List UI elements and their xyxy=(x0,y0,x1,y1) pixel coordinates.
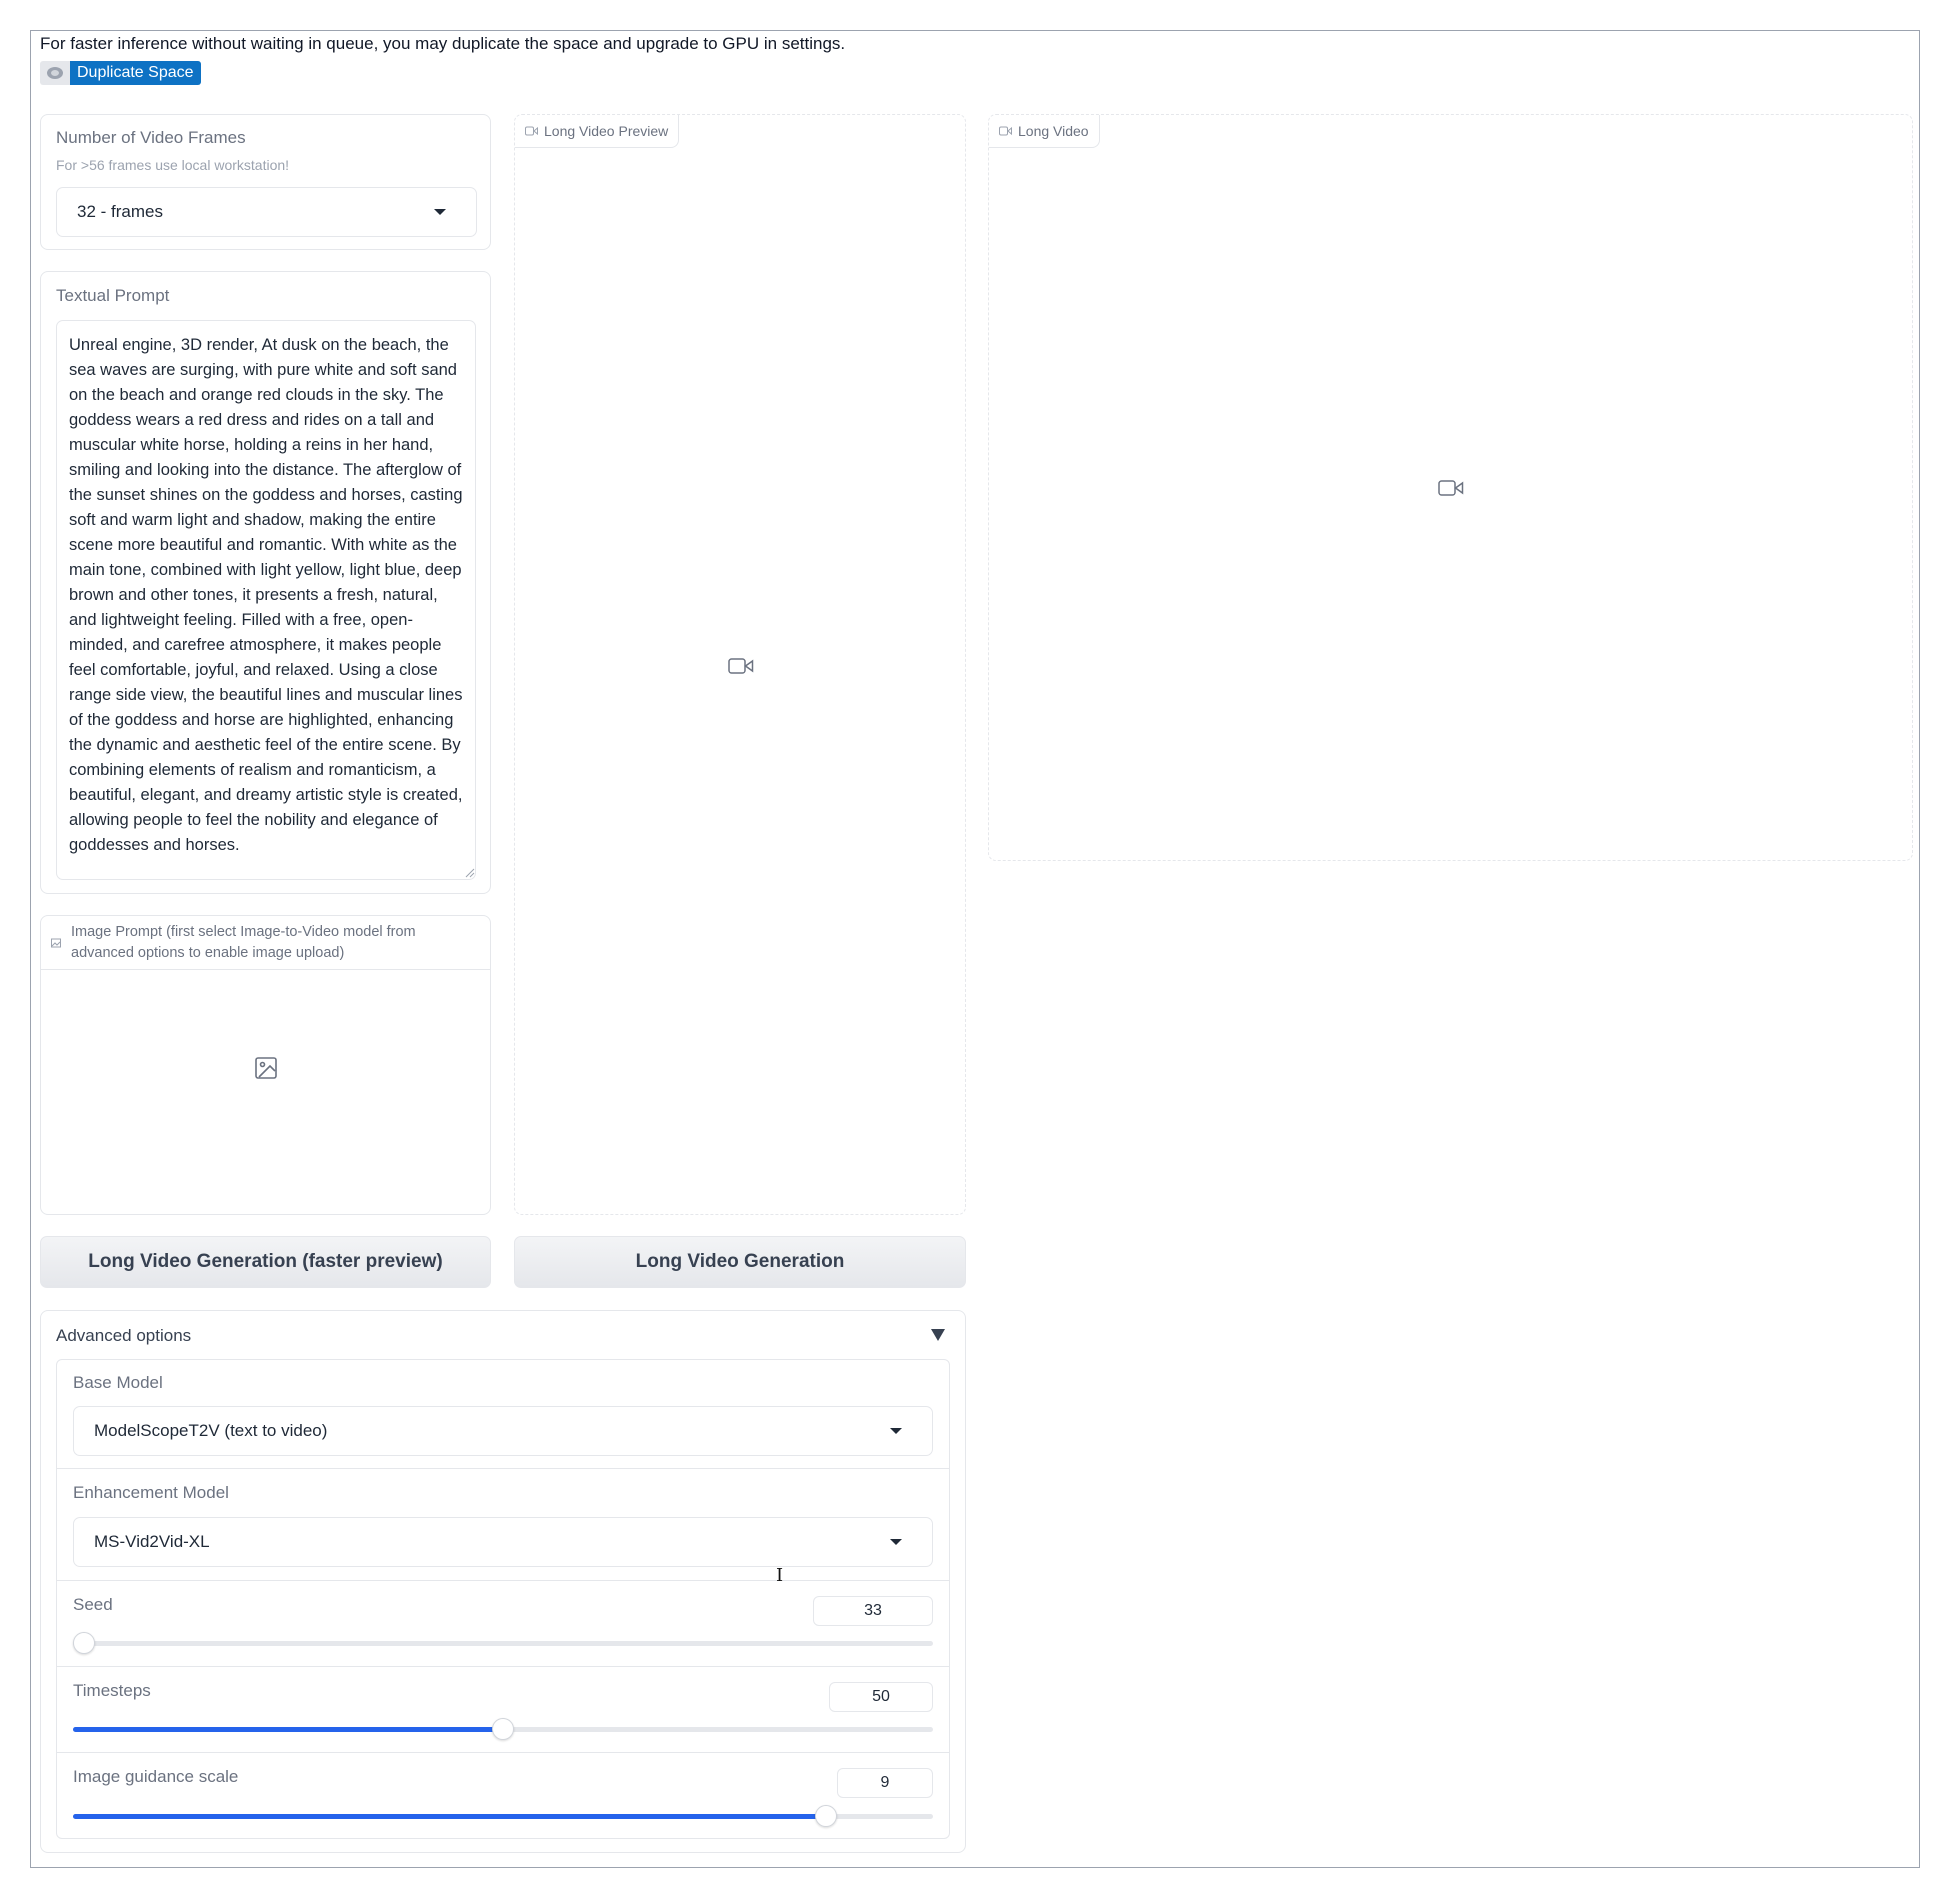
generate-button[interactable]: Long Video Generation xyxy=(514,1236,966,1288)
duplicate-space-label: Duplicate Space xyxy=(70,61,201,85)
duplicate-space-button[interactable]: Duplicate Space xyxy=(40,61,201,85)
generate-preview-button[interactable]: Long Video Generation (faster preview) xyxy=(40,1236,491,1288)
long-video-label: Long Video xyxy=(1018,123,1089,139)
image-prompt-panel: Image Prompt (first select Image-to-Vide… xyxy=(40,915,491,1215)
frames-value: 32 - frames xyxy=(77,202,163,221)
guidance-input[interactable]: 9 xyxy=(837,1768,933,1798)
chevron-down-icon xyxy=(890,1428,902,1434)
timesteps-slider[interactable] xyxy=(73,1718,933,1740)
divider xyxy=(56,1468,950,1469)
advanced-options-accordion: Advanced options Base Model ModelScopeT2… xyxy=(40,1310,966,1853)
text-cursor-icon: I xyxy=(776,1565,784,1586)
base-model-dropdown[interactable]: ModelScopeT2V (text to video) xyxy=(73,1406,933,1456)
chevron-down-icon xyxy=(890,1539,902,1545)
guidance-label: Image guidance scale xyxy=(73,1767,239,1786)
preview-video-label: Long Video Preview xyxy=(544,123,669,139)
enhancement-model-label: Enhancement Model xyxy=(73,1483,229,1502)
resize-handle-icon[interactable] xyxy=(465,868,475,878)
timesteps-input[interactable]: 50 xyxy=(829,1682,933,1712)
gpu-notice: For faster inference without waiting in … xyxy=(40,34,846,53)
image-upload-icon[interactable] xyxy=(254,1056,278,1080)
base-model-value: ModelScopeT2V (text to video) xyxy=(94,1421,328,1440)
seed-input[interactable]: 33 xyxy=(813,1596,933,1626)
frames-info: For >56 frames use local workstation! xyxy=(56,157,290,173)
frames-label: Number of Video Frames xyxy=(56,128,246,147)
video-icon xyxy=(999,126,1012,136)
seed-slider-thumb[interactable] xyxy=(73,1632,95,1654)
seed-label: Seed xyxy=(73,1595,113,1614)
timesteps-slider-thumb[interactable] xyxy=(492,1718,514,1740)
long-video-tab: Long Video xyxy=(989,115,1100,148)
prompt-panel: Textual Prompt Unreal engine, 3D render,… xyxy=(40,271,491,894)
preview-video-panel: Long Video Preview xyxy=(514,114,966,1215)
base-model-label: Base Model xyxy=(73,1373,163,1392)
divider xyxy=(56,1580,950,1581)
image-icon xyxy=(51,938,61,948)
timesteps-slider-fill xyxy=(73,1727,503,1732)
video-placeholder-icon xyxy=(728,658,754,674)
frames-panel: Number of Video Frames For >56 frames us… xyxy=(40,114,491,250)
guidance-slider-thumb[interactable] xyxy=(814,1805,837,1827)
enhancement-model-value: MS-Vid2Vid-XL xyxy=(94,1532,210,1551)
prompt-textarea[interactable]: Unreal engine, 3D render, At dusk on the… xyxy=(56,320,476,880)
enhancement-model-dropdown[interactable]: MS-Vid2Vid-XL xyxy=(73,1517,933,1567)
triangle-down-icon[interactable] xyxy=(931,1329,945,1341)
timesteps-label: Timesteps xyxy=(73,1681,151,1700)
chevron-down-icon xyxy=(434,209,446,215)
long-video-panel: Long Video xyxy=(988,114,1913,861)
advanced-options-toggle[interactable]: Advanced options xyxy=(56,1326,191,1346)
guidance-slider-fill xyxy=(73,1814,826,1819)
divider xyxy=(56,1752,950,1753)
video-icon xyxy=(525,126,538,136)
image-prompt-header: Image Prompt (first select Image-to-Vide… xyxy=(41,916,490,970)
preview-video-tab: Long Video Preview xyxy=(515,115,680,148)
image-prompt-label: Image Prompt (first select Image-to-Vide… xyxy=(71,924,416,961)
duplicate-icon xyxy=(40,61,70,85)
frames-dropdown[interactable]: 32 - frames xyxy=(56,187,477,237)
divider xyxy=(56,1666,950,1667)
prompt-label: Textual Prompt xyxy=(56,286,170,305)
guidance-slider[interactable] xyxy=(73,1805,933,1827)
video-placeholder-icon xyxy=(1438,480,1464,496)
seed-slider[interactable] xyxy=(73,1632,933,1654)
